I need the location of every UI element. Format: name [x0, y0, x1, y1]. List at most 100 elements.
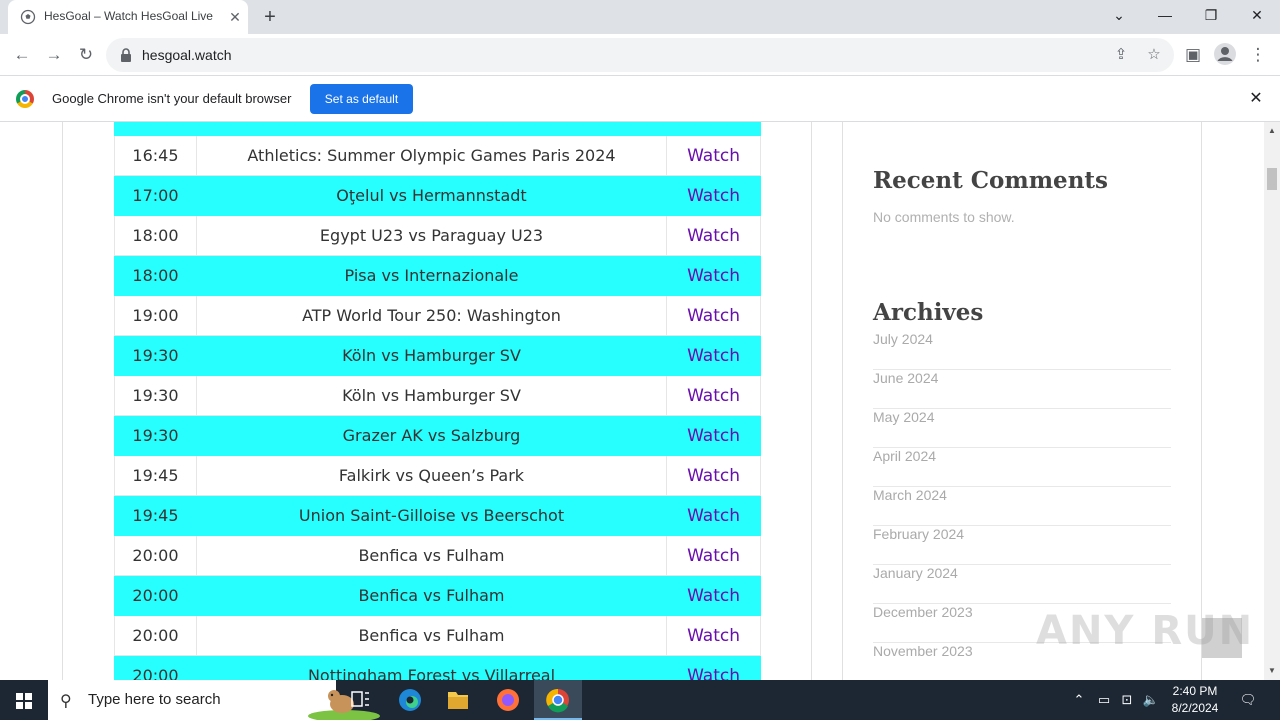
watch-link[interactable]: Watch [666, 175, 761, 216]
share-icon[interactable]: ⇪ [1112, 46, 1130, 64]
clock-time: 2:40 PM [1172, 684, 1218, 698]
match-time: 19:45 [114, 495, 197, 536]
side-panel-icon[interactable]: ▣ [1181, 43, 1205, 67]
match-time: 19:30 [114, 335, 197, 376]
schedule-row: 17:00 Oţelul vs Hermannstadt Watch [114, 175, 761, 216]
page-scrollbar[interactable]: ▲ ▼ [1264, 122, 1280, 680]
recent-comments-heading: Recent Comments [873, 167, 1108, 194]
match-time: 18:00 [114, 255, 197, 296]
no-comments-text: No comments to show. [873, 209, 1015, 225]
archive-link[interactable]: January 2024 [873, 565, 1171, 604]
address-bar[interactable]: hesgoal.watch ⇪ ☆ [106, 38, 1174, 72]
profile-avatar[interactable] [1213, 42, 1237, 66]
match-time: 20:00 [114, 615, 197, 656]
restore-icon[interactable]: ❐ [1188, 0, 1234, 30]
tab-title: HesGoal – Watch HesGoal Live S [44, 9, 216, 23]
match-name: Falkirk vs Queen’s Park [195, 455, 668, 496]
schedule-row: 19:30 Köln vs Hamburger SV Watch [114, 335, 761, 376]
firefox-icon[interactable] [484, 680, 532, 720]
minimize-icon[interactable]: — [1142, 0, 1188, 30]
schedule-row: 18:00 Egypt U23 vs Paraguay U23 Watch [114, 215, 761, 256]
watch-link[interactable]: Watch [666, 135, 761, 176]
schedule-row [114, 122, 761, 136]
watermark-play-icon [1202, 618, 1242, 658]
watch-link[interactable]: Watch [666, 375, 761, 416]
profile-icon [1214, 43, 1236, 65]
match-name: Pisa vs Internazionale [195, 255, 668, 296]
set-as-default-button[interactable]: Set as default [310, 84, 413, 114]
watch-link[interactable]: Watch [666, 535, 761, 576]
watch-link[interactable]: Watch [666, 295, 761, 336]
archive-link[interactable]: February 2024 [873, 526, 1171, 565]
match-schedule-table: 16:45 Athletics: Summer Olympic Games Par… [114, 122, 761, 680]
soccer-ball-icon [20, 9, 36, 25]
notification-icon[interactable]: 🗨 [1234, 680, 1262, 720]
scroll-down-icon[interactable]: ▼ [1264, 664, 1280, 678]
schedule-row: 19:45 Falkirk vs Queen’s Park Watch [114, 455, 761, 496]
match-time [114, 122, 197, 136]
browser-tab[interactable]: HesGoal – Watch HesGoal Live S ✕ [8, 0, 248, 34]
match-time: 19:00 [114, 295, 197, 336]
match-time: 17:00 [114, 175, 197, 216]
start-button[interactable] [0, 680, 48, 720]
watch-link[interactable]: Watch [666, 255, 761, 296]
archive-link[interactable]: June 2024 [873, 370, 1171, 409]
watch-link[interactable]: Watch [666, 415, 761, 456]
bookmark-star-icon[interactable]: ☆ [1145, 46, 1163, 64]
chrome-taskbar-icon[interactable] [534, 680, 582, 720]
match-time: 19:30 [114, 375, 197, 416]
lock-icon [121, 48, 131, 62]
watch-link[interactable]: Watch [666, 455, 761, 496]
archives-heading: Archives [873, 299, 984, 326]
file-explorer-icon[interactable] [434, 680, 482, 720]
scroll-thumb[interactable] [1267, 168, 1277, 190]
schedule-row: 20:00 Nottingham Forest vs Villarreal Watc… [114, 655, 761, 680]
schedule-row: 19:30 Köln vs Hamburger SV Watch [114, 375, 761, 416]
task-view-icon[interactable] [336, 680, 384, 720]
watch-link[interactable] [666, 122, 761, 136]
schedule-row: 20:00 Benfica vs Fulham Watch [114, 575, 761, 616]
archive-link[interactable]: April 2024 [873, 448, 1171, 487]
archive-link[interactable]: March 2024 [873, 487, 1171, 526]
tray-device-icon[interactable]: ▭ [1093, 680, 1115, 720]
windows-taskbar: ⚲ Type here to search ⌃ ▭ ⊡ 🔈 2:40 PM 8/… [0, 680, 1280, 720]
watch-link[interactable]: Watch [666, 615, 761, 656]
new-tab-icon[interactable]: + [258, 6, 282, 28]
watch-link[interactable]: Watch [666, 495, 761, 536]
tab-close-icon[interactable]: ✕ [226, 8, 244, 26]
reload-icon[interactable]: ↻ [74, 43, 98, 67]
match-name: Egypt U23 vs Paraguay U23 [195, 215, 668, 256]
schedule-row: 19:45 Union Saint-Gilloise vs Beerschot Wa… [114, 495, 761, 536]
watch-link[interactable]: Watch [666, 575, 761, 616]
scroll-up-icon[interactable]: ▲ [1264, 124, 1280, 138]
watch-link[interactable]: Watch [666, 655, 761, 680]
tray-chevron-icon[interactable]: ⌃ [1068, 680, 1090, 720]
tab-search-icon[interactable]: ⌄ [1096, 0, 1142, 30]
forward-icon[interactable]: → [42, 43, 66, 67]
match-name: Grazer AK vs Salzburg [195, 415, 668, 456]
taskbar-clock[interactable]: 2:40 PM 8/2/2024 [1162, 683, 1228, 717]
infobar-close-icon[interactable]: ✕ [1246, 89, 1266, 109]
volume-icon[interactable]: 🔈 [1140, 680, 1162, 720]
edge-icon[interactable] [386, 680, 434, 720]
tab-strip: HesGoal – Watch HesGoal Live S ✕ + ⌄ — ❐… [0, 0, 1280, 34]
search-icon: ⚲ [60, 693, 72, 710]
schedule-row: 20:00 Benfica vs Fulham Watch [114, 535, 761, 576]
network-icon[interactable]: ⊡ [1116, 680, 1138, 720]
schedule-row: 19:00 ATP World Tour 250: Washington Watch [114, 295, 761, 336]
search-placeholder: Type here to search [88, 691, 221, 708]
archive-link[interactable]: July 2024 [873, 331, 1171, 370]
watch-link[interactable]: Watch [666, 335, 761, 376]
archive-link[interactable]: May 2024 [873, 409, 1171, 448]
taskbar-search-box[interactable]: ⚲ Type here to search [48, 680, 380, 720]
back-icon[interactable]: ← [10, 43, 34, 67]
watch-link[interactable]: Watch [666, 215, 761, 256]
close-window-icon[interactable]: ✕ [1234, 0, 1280, 30]
menu-kebab-icon[interactable]: ⋮ [1246, 43, 1270, 67]
schedule-row: 18:00 Pisa vs Internazionale Watch [114, 255, 761, 296]
default-browser-infobar: Google Chrome isn't your default browser… [0, 76, 1280, 122]
match-time: 20:00 [114, 575, 197, 616]
match-name: Athletics: Summer Olympic Games Paris 20… [195, 135, 668, 176]
match-time: 18:00 [114, 215, 197, 256]
page-viewport: 16:45 Athletics: Summer Olympic Games Par… [0, 122, 1264, 680]
